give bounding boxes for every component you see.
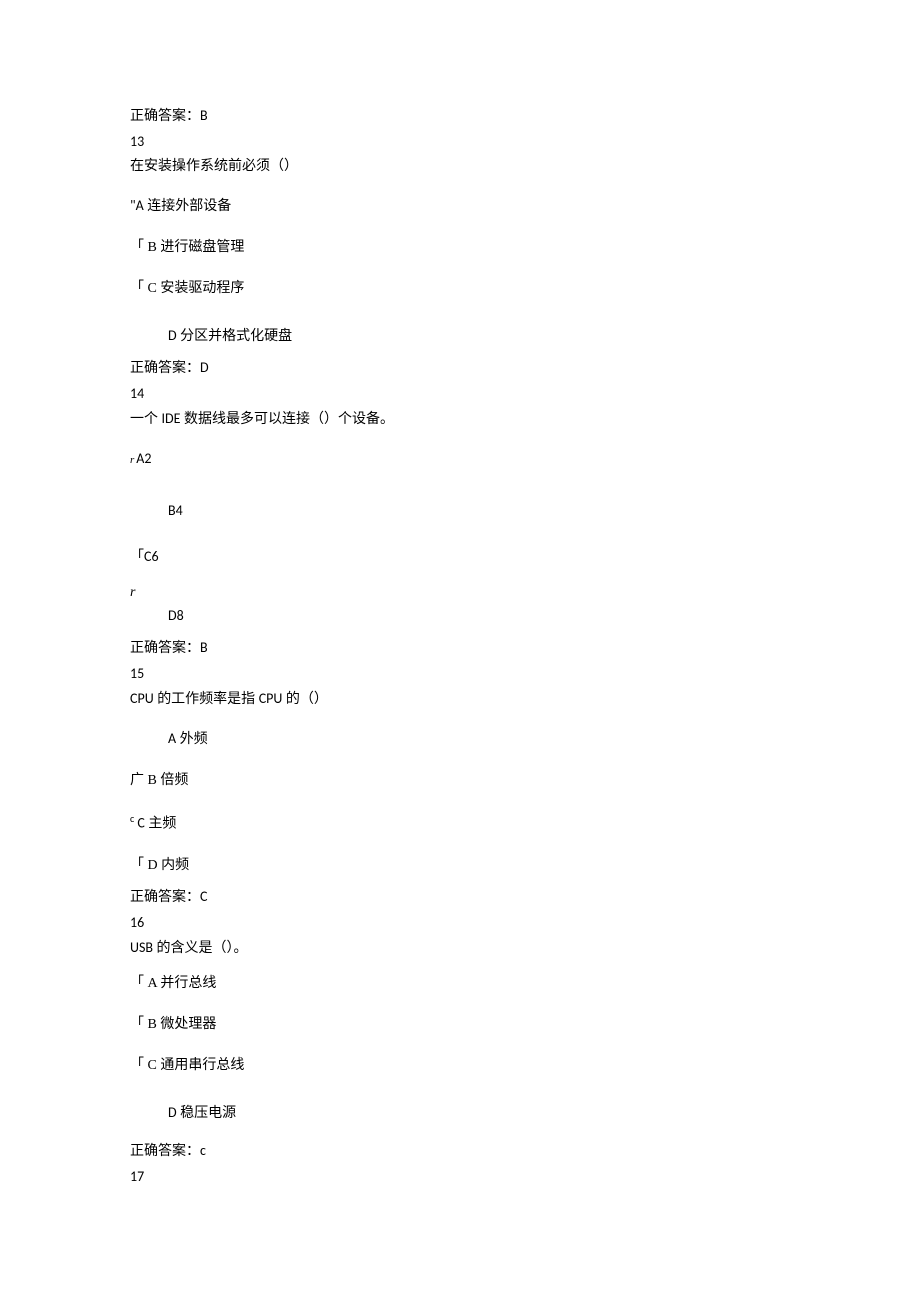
- q13-option-b: 「 B 进行磁盘管理: [130, 237, 790, 258]
- q16-option-a-text: 并行总线: [157, 976, 217, 991]
- q15-answer: 正确答案：C: [130, 886, 790, 908]
- q14-number: 14: [130, 383, 790, 404]
- q15-text-cpu2: CPU: [259, 690, 283, 707]
- q15-option-a-prefix: A: [168, 730, 176, 747]
- q14-option-d-label: D8: [168, 607, 184, 624]
- q16-option-b-prefix: 「 B: [130, 1017, 157, 1032]
- q14-text: 一个 IDE 数据线最多可以连接（）个设备。: [130, 408, 790, 430]
- q15-option-a-text: 外频: [176, 732, 208, 747]
- q15-text: CPU 的工作频率是指 CPU 的（）: [130, 688, 790, 710]
- q16-text-p1: 的含义是（）。: [153, 941, 248, 956]
- q16-option-b-text: 微处理器: [157, 1017, 217, 1032]
- q14-option-c: 「C6: [130, 546, 790, 568]
- q16-option-b: 「 B 微处理器: [130, 1014, 790, 1035]
- q16-option-d-prefix: D: [168, 1104, 177, 1121]
- q13-option-c: 「 C 安装驱动程序: [130, 278, 790, 299]
- q13-option-a: "A 连接外部设备: [130, 195, 790, 217]
- q15-option-b-text: 倍频: [157, 773, 189, 788]
- q16-answer: 正确答案：c: [130, 1140, 790, 1162]
- q14-option-a: rA2: [130, 448, 790, 470]
- q15-option-d-text: 内频: [158, 858, 190, 873]
- q14-option-b: B4: [130, 500, 790, 522]
- q15-answer-value: C: [200, 888, 207, 905]
- q13-option-a-text: 连接外部设备: [144, 199, 232, 214]
- q16-option-c: 「 C 通用串行总线: [130, 1055, 790, 1076]
- q14-option-d: D8: [130, 605, 790, 627]
- q15-option-d-prefix: 「 D: [130, 858, 158, 873]
- q13-option-b-prefix: 「 B: [130, 240, 157, 255]
- q13-option-d-prefix: D: [168, 327, 177, 344]
- q16-text-usb: USB: [130, 939, 153, 956]
- q16-option-a: 「 A 并行总线: [130, 973, 790, 994]
- q13-answer-value: D: [200, 359, 209, 376]
- q13-option-a-prefix: "A: [130, 197, 144, 214]
- q16-answer-value: c: [200, 1142, 206, 1159]
- q14-answer-value: B: [200, 639, 208, 656]
- q14-r-marker: r: [130, 582, 790, 603]
- q15-text-cpu1: CPU: [130, 690, 154, 707]
- q15-option-d: 「 D 内频: [130, 855, 790, 876]
- q14-option-b-label: B4: [168, 502, 183, 519]
- q16-option-d-text: 稳压电源: [177, 1106, 237, 1121]
- q15-option-b-prefix: 广 B: [130, 773, 157, 788]
- q16-number: 16: [130, 912, 790, 933]
- q16-answer-label: 正确答案：: [130, 1144, 200, 1159]
- q14-text-p2: 数据线最多可以连接（）个设备。: [180, 412, 394, 427]
- q14-option-a-prefix: r: [130, 454, 134, 466]
- q12-answer: 正确答案：B: [130, 105, 790, 127]
- q14-option-c-prefix: 「: [130, 550, 144, 565]
- q14-text-ide: IDE: [162, 410, 181, 427]
- q13-answer-label: 正确答案：: [130, 361, 200, 376]
- q15-option-c-text: 主频: [145, 817, 177, 832]
- q13-option-c-text: 安装驱动程序: [157, 281, 245, 296]
- q13-option-b-text: 进行磁盘管理: [157, 240, 245, 255]
- q14-option-c-label: C6: [144, 548, 159, 565]
- q13-option-c-prefix: 「 C: [130, 281, 157, 296]
- q15-answer-label: 正确答案：: [130, 890, 200, 905]
- q14-answer: 正确答案：B: [130, 637, 790, 659]
- q14-text-p1: 一个: [130, 412, 162, 427]
- q15-text-p2: 的（）: [282, 692, 328, 707]
- q16-option-c-text: 通用串行总线: [157, 1058, 245, 1073]
- q12-answer-value: B: [200, 107, 208, 124]
- q15-option-c-prefix: C: [134, 815, 145, 832]
- q15-option-c: c C 主频: [130, 811, 790, 835]
- q16-text: USB 的含义是（）。: [130, 937, 790, 959]
- q13-option-d: D 分区并格式化硬盘: [130, 325, 790, 347]
- q14-option-a-label: A2: [136, 450, 151, 467]
- q16-option-d: D 稳压电源: [130, 1102, 790, 1124]
- q15-option-a: A 外频: [130, 728, 790, 750]
- q13-number: 13: [130, 131, 790, 152]
- q17-number: 17: [130, 1166, 790, 1187]
- q16-option-a-prefix: 「 A: [130, 976, 157, 991]
- q13-answer: 正确答案：D: [130, 357, 790, 379]
- q15-option-b: 广 B 倍频: [130, 770, 790, 791]
- q14-answer-label: 正确答案：: [130, 641, 200, 656]
- q15-number: 15: [130, 663, 790, 684]
- q12-answer-label: 正确答案：: [130, 109, 200, 124]
- q16-option-c-prefix: 「 C: [130, 1058, 157, 1073]
- q13-text: 在安装操作系统前必须（）: [130, 156, 790, 177]
- q13-option-d-text: 分区并格式化硬盘: [177, 329, 293, 344]
- q15-text-p1: 的工作频率是指: [154, 692, 259, 707]
